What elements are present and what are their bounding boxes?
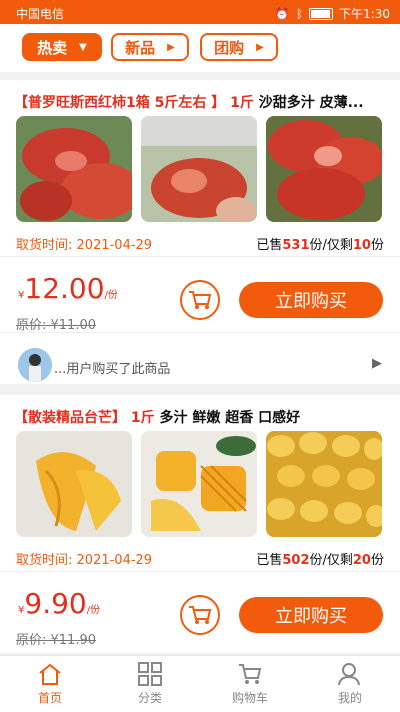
nav-home[interactable]: 首页: [0, 662, 100, 706]
caret-right-icon: ▶: [167, 41, 175, 53]
product-name: 【散装精品台芒】: [14, 410, 126, 426]
avatar: [18, 348, 52, 382]
price: ¥12.00/份: [18, 272, 118, 305]
divider: [0, 332, 400, 333]
product-spec: 1斤: [130, 410, 155, 426]
product-image[interactable]: [266, 116, 382, 222]
nav-profile[interactable]: 我的: [300, 662, 400, 706]
buy-now-button[interactable]: 立即购买: [239, 597, 383, 633]
product-image[interactable]: [16, 431, 132, 537]
category-grid-icon: [138, 662, 162, 686]
product-card[interactable]: 【散装精品台芒】 1斤 多汁 鲜嫩 超香 口感好 取货时间: 2021-04-2…: [0, 395, 400, 653]
tab-group-buy[interactable]: 团购 ▶: [200, 33, 278, 61]
stock-info: 已售531份/仅剩10份: [256, 238, 384, 253]
cart-icon: [189, 291, 212, 309]
category-tabs: 热卖 ▼ 新品 ▶ 团购 ▶: [0, 24, 400, 72]
divider: [0, 256, 400, 257]
nav-cart-label: 购物车: [231, 691, 268, 705]
price-value: 9.90: [24, 587, 87, 620]
alarm-icon: ⏰: [274, 6, 290, 21]
pickup-time: 取货时间: 2021-04-29: [16, 234, 152, 253]
product-image[interactable]: [141, 431, 257, 537]
play-arrow-icon[interactable]: ▶: [372, 356, 382, 371]
home-icon: [39, 663, 61, 685]
tab-hot-label: 热卖: [37, 38, 68, 57]
product-spec: 1斤: [230, 95, 254, 111]
tab-group-buy-label: 团购: [214, 38, 245, 57]
stock-info: 已售502份/仅剩20份: [256, 553, 384, 568]
bottom-nav: 首页 分类 购物车 我的: [0, 655, 400, 712]
product-desc: 多汁 鲜嫩 超香 口感好: [159, 410, 301, 426]
remaining-count: 10: [352, 238, 371, 253]
nav-category-label: 分类: [137, 691, 162, 705]
pickup-date: 2021-04-29: [76, 238, 153, 253]
profile-icon: [338, 663, 360, 686]
product-title: 【散装精品台芒】 1斤 多汁 鲜嫩 超香 口感好: [14, 407, 390, 427]
buyer-note: ...用户购买了此商品: [54, 362, 171, 377]
bluetooth-icon: ᛒ: [295, 6, 304, 21]
price: ¥9.90/份: [18, 587, 101, 620]
product-image[interactable]: [141, 116, 257, 222]
tab-new[interactable]: 新品 ▶: [111, 33, 189, 61]
nav-home-label: 首页: [37, 691, 62, 705]
carrier-label: 中国电信: [16, 7, 65, 21]
clock-label: 下午1:30: [339, 7, 390, 21]
product-card[interactable]: 【普罗旺斯西红柿1箱 5斤左右 】 1斤 沙甜多汁 皮薄... 取货时间: 20…: [0, 80, 400, 384]
product-image[interactable]: [266, 431, 382, 537]
nav-profile-label: 我的: [337, 691, 362, 705]
product-title: 【普罗旺斯西红柿1箱 5斤左右 】 1斤 沙甜多汁 皮薄...: [14, 92, 390, 112]
caret-right-icon: ▶: [256, 41, 264, 53]
buy-now-button[interactable]: 立即购买: [239, 282, 383, 318]
divider: [0, 571, 400, 572]
nav-cart[interactable]: 购物车: [200, 662, 300, 706]
add-to-cart-button[interactable]: [180, 595, 220, 635]
pickup-label: 取货时间:: [16, 238, 73, 253]
add-to-cart-button[interactable]: [180, 280, 220, 320]
tab-new-label: 新品: [125, 38, 156, 57]
nav-category[interactable]: 分类: [100, 662, 200, 706]
product-desc: 沙甜多汁 皮薄...: [258, 95, 364, 111]
cart-icon: [239, 664, 262, 684]
cart-icon: [189, 606, 212, 624]
product-image[interactable]: [16, 116, 132, 222]
original-price: 原价: ¥11.00: [16, 318, 96, 333]
pickup-date: 2021-04-29: [76, 553, 153, 568]
sold-count: 502: [282, 553, 310, 568]
pickup-time: 取货时间: 2021-04-29: [16, 549, 152, 568]
remaining-count: 20: [352, 553, 371, 568]
price-value: 12.00: [24, 272, 105, 305]
status-bar: 中国电信 ⏰ ᛒ 下午1:30: [0, 0, 400, 24]
battery-icon: [309, 7, 334, 20]
original-price: 原价: ¥11.90: [16, 633, 96, 648]
pickup-label: 取货时间:: [16, 553, 73, 568]
tab-hot[interactable]: 热卖 ▼: [22, 33, 102, 61]
caret-down-icon: ▼: [79, 41, 87, 53]
product-name: 【普罗旺斯西红柿1箱 5斤左右 】: [14, 95, 226, 111]
sold-count: 531: [282, 238, 310, 253]
